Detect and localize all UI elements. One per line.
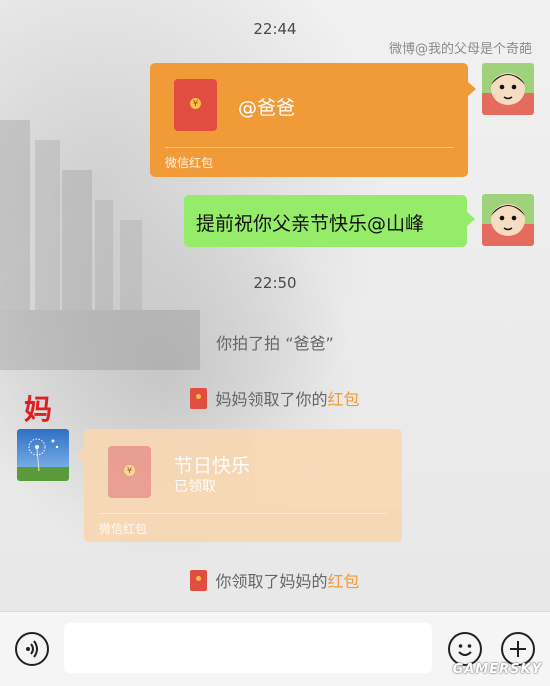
claim-notice-text: 你领取了妈妈的 bbox=[215, 572, 328, 591]
plus-icon bbox=[510, 641, 526, 657]
avatar[interactable] bbox=[482, 63, 534, 115]
divider bbox=[165, 147, 453, 148]
cartoon-avatar-icon bbox=[482, 194, 534, 246]
red-packet-title: 节日快乐 bbox=[174, 455, 251, 477]
bubble-arrow bbox=[467, 81, 476, 97]
divider bbox=[99, 513, 387, 514]
avatar[interactable] bbox=[482, 194, 534, 246]
claim-notice: 你领取了妈妈的红包 bbox=[0, 568, 550, 592]
red-packet-message-claimed[interactable]: ¥ 节日快乐 已领取 微信红包 bbox=[76, 429, 402, 542]
gamersky-logo: GAMERSKY bbox=[452, 662, 542, 677]
text-message-bubble[interactable]: 提前祝你父亲节快乐@山峰 bbox=[184, 195, 475, 247]
message-input[interactable] bbox=[64, 623, 432, 673]
emoji-icon bbox=[458, 644, 472, 656]
watermark-text: 微博@我的父母是个奇葩 bbox=[388, 42, 532, 57]
red-packet-title: @爸爸 bbox=[238, 97, 296, 119]
sender-label: 妈 bbox=[24, 393, 53, 426]
red-envelope-icon bbox=[190, 388, 208, 409]
avatar[interactable] bbox=[17, 429, 69, 481]
voice-button[interactable] bbox=[15, 632, 49, 666]
message-text: 提前祝你父亲节快乐@山峰 bbox=[196, 213, 425, 235]
red-packet-status: 已领取 bbox=[174, 479, 216, 495]
dandelion-avatar-icon bbox=[17, 429, 69, 481]
red-packet-label: 微信红包 bbox=[99, 522, 148, 536]
timestamp: 22:50 bbox=[253, 274, 297, 292]
red-packet-link[interactable]: 红包 bbox=[328, 572, 360, 591]
red-packet-label: 微信红包 bbox=[165, 156, 214, 170]
red-packet-message[interactable]: ¥ @爸爸 微信红包 bbox=[150, 63, 476, 177]
red-envelope-icon bbox=[190, 570, 208, 591]
envelope-coin: ¥ bbox=[124, 465, 135, 476]
emoji-button[interactable] bbox=[448, 632, 482, 666]
voice-icon bbox=[26, 640, 38, 658]
red-packet-link[interactable]: 红包 bbox=[328, 390, 360, 409]
timestamp: 22:44 bbox=[253, 20, 297, 38]
cartoon-avatar-icon bbox=[482, 63, 534, 115]
bubble-arrow bbox=[76, 447, 85, 463]
more-button[interactable] bbox=[501, 632, 535, 666]
pat-notice: 你拍了拍 “爸爸” bbox=[216, 334, 334, 353]
envelope-coin: ¥ bbox=[190, 98, 201, 109]
claim-notice: 妈妈领取了你的红包 bbox=[0, 386, 550, 410]
bubble-arrow bbox=[466, 211, 475, 227]
claim-notice-text: 妈妈领取了你的 bbox=[215, 390, 328, 409]
red-envelope-icon: ¥ bbox=[108, 446, 151, 498]
red-envelope-icon: ¥ bbox=[174, 79, 217, 131]
